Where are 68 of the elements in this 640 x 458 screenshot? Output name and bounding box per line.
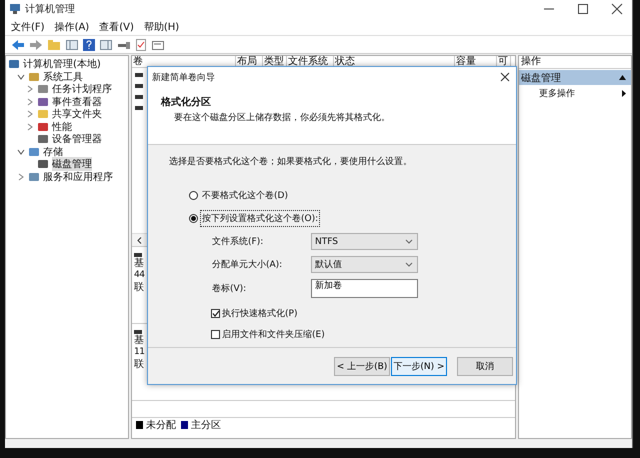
tree-item[interactable]: 性能 <box>24 120 128 133</box>
prompt-text: 选择是否要格式化这个卷；如果要格式化，要使用什么设置。 <box>169 156 413 168</box>
input-field[interactable]: 新加卷 <box>311 279 418 298</box>
submenu-arrow-icon[interactable] <box>622 90 626 96</box>
field-label: 文件系统(F): <box>212 236 264 248</box>
dropdown[interactable]: 默认值 <box>311 256 418 273</box>
action-section[interactable]: 磁盘管理 <box>519 70 631 85</box>
chevron-down-icon[interactable] <box>17 72 25 81</box>
checklist-icon[interactable] <box>135 38 147 50</box>
menu-item[interactable]: 文件(F) <box>11 20 45 34</box>
tree-item[interactable]: 服务和应用程序 <box>15 170 128 183</box>
forward-arrow-icon[interactable] <box>29 38 43 50</box>
checkbox-label[interactable]: 执行快速格式化(P) <box>222 307 298 320</box>
tree-item[interactable]: 存储 <box>15 146 128 158</box>
disk-info-text: 联 <box>134 359 144 370</box>
checkbox[interactable] <box>211 330 220 339</box>
chevron-down-icon[interactable] <box>405 239 413 244</box>
disk-info-text: 联 <box>134 282 144 293</box>
tree-item[interactable]: 共享文件夹 <box>24 108 128 120</box>
window-title: 计算机管理 <box>25 2 75 16</box>
legend-label: 未分配 <box>146 418 176 432</box>
menu-item[interactable]: 帮助(H) <box>144 20 180 34</box>
chevron-down-icon[interactable] <box>17 148 25 156</box>
panel-icon[interactable] <box>99 38 113 50</box>
tree-item[interactable]: 计算机管理(本地) <box>6 58 128 70</box>
chevron-down-icon[interactable] <box>405 262 413 267</box>
chevron-right-icon[interactable] <box>26 98 34 106</box>
tree-item[interactable]: 事件查看器 <box>24 96 128 108</box>
chevron-right-icon[interactable] <box>26 85 34 94</box>
tree-item[interactable]: 系统工具 <box>15 70 128 83</box>
tree-item[interactable]: 任务计划程序 <box>24 83 128 96</box>
menu-item[interactable]: 查看(V) <box>99 20 134 34</box>
disk-info-text: 基 <box>134 335 144 346</box>
back-button[interactable]: < 上一步(B) <box>334 356 390 376</box>
tree-item[interactable]: 磁盘管理 <box>24 158 128 170</box>
cancel-button[interactable]: 取消 <box>457 356 513 376</box>
dropdown[interactable]: NTFS <box>311 233 418 250</box>
panel-icon[interactable] <box>65 38 79 50</box>
field-label: 分配单元大小(A): <box>212 258 284 271</box>
chevron-right-icon[interactable] <box>26 110 34 118</box>
radio-button[interactable] <box>189 214 198 223</box>
help-icon[interactable] <box>83 38 95 50</box>
checkbox-label[interactable]: 启用文件和文件夹压缩(E) <box>222 328 325 341</box>
menu-item[interactable]: 操作(A) <box>54 20 90 34</box>
disk-info-text: 基 <box>134 258 144 269</box>
close-icon[interactable] <box>500 72 510 82</box>
action-item[interactable]: 更多操作 <box>519 85 631 101</box>
disk-info-text: 44 <box>134 270 144 281</box>
next-button[interactable]: 下一步(N) > <box>391 356 447 376</box>
dialog-heading: 格式化分区 <box>161 96 212 109</box>
scroll-left-icon[interactable] <box>137 236 142 244</box>
checkbox[interactable] <box>211 309 220 318</box>
actions-header: 操作 <box>519 56 631 69</box>
window-icon[interactable] <box>151 38 165 50</box>
disk-info-text: 11 <box>134 347 144 358</box>
chevron-right-icon[interactable] <box>17 172 25 181</box>
legend-label: 主分区 <box>191 418 221 432</box>
field-label: 卷标(V): <box>212 282 248 295</box>
radio-label[interactable]: 不要格式化这个卷(D) <box>200 187 290 204</box>
tree-item[interactable]: 设备管理器 <box>24 133 128 146</box>
chevron-right-icon[interactable] <box>26 122 34 131</box>
checkmark-icon <box>212 310 220 317</box>
dialog-title: 新建简单卷向导 <box>152 72 215 84</box>
back-arrow-icon[interactable] <box>11 38 25 50</box>
radio-button[interactable] <box>189 191 198 200</box>
radio-label[interactable]: 按下列设置格式化这个卷(O): <box>200 210 320 227</box>
collapse-arrow-icon[interactable] <box>619 75 626 80</box>
dialog-subtitle: 要在这个磁盘分区上储存数据，你必须先将其格式化。 <box>173 112 391 124</box>
